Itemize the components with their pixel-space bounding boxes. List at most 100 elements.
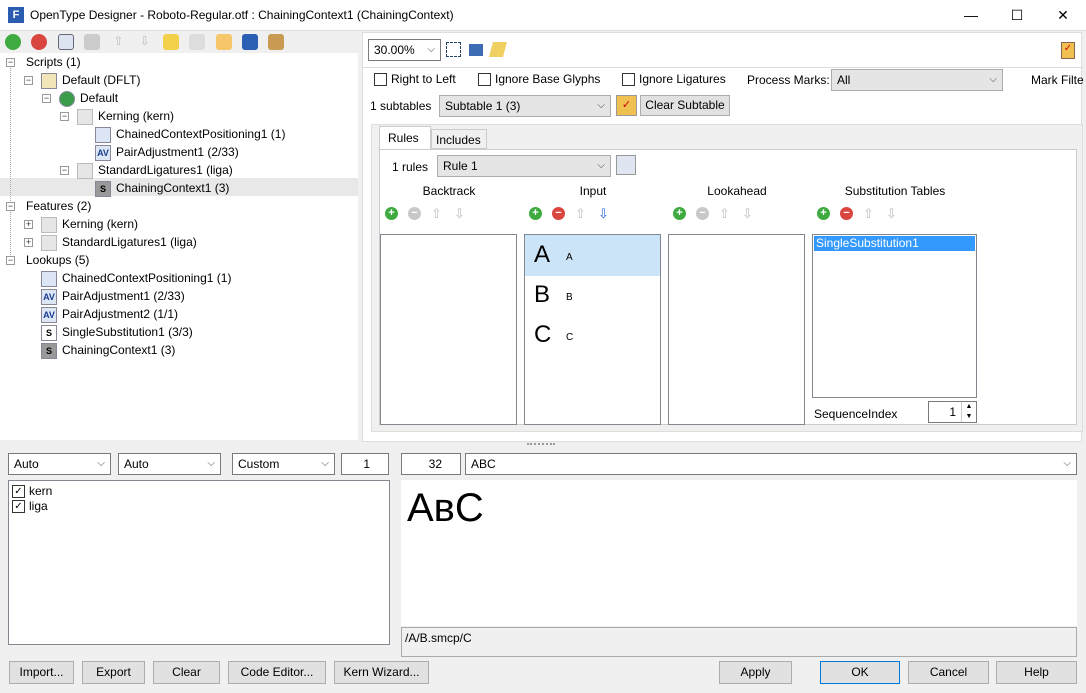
maximize-button[interactable]: ☐ [994,0,1040,31]
collapse-toggle[interactable]: − [60,166,69,175]
input-glyph[interactable]: A [534,241,550,269]
help-button[interactable]: Help [996,661,1077,684]
tree-pa1[interactable]: AV PairAdjustment1 (2/33) [95,143,239,161]
backtrack-add-icon[interactable]: + [385,207,398,220]
close-button[interactable]: ✕ [1040,0,1086,31]
count-spinner[interactable]: 1 [341,453,389,475]
font-size-spinner[interactable]: 32 [401,453,461,475]
ok-button[interactable]: OK [820,661,900,684]
script-combo[interactable]: Auto ⌵ [8,453,111,475]
tree-cc1-selected[interactable]: S ChainingContext1 (3) [95,179,229,197]
paste-subtable-icon[interactable]: ✓ [616,95,637,116]
up-icon[interactable]: ⇧ [110,34,126,50]
xyz-icon[interactable] [84,34,101,50]
glyph-string-field[interactable]: /A/B.smcp/C [401,627,1077,657]
kern-wand-icon[interactable] [189,34,206,50]
tree-feature-kern[interactable]: Kerning (kern) [41,215,138,233]
rule-list-icon[interactable] [616,155,636,175]
lookahead-add-icon[interactable]: + [673,207,686,220]
feature-liga-checkbox[interactable]: ✓ liga [12,498,48,514]
expand-toggle[interactable]: + [24,220,33,229]
table-icon[interactable] [469,44,483,56]
lookahead-remove-icon[interactable]: − [696,207,709,220]
backtrack-up-icon[interactable]: ⇧ [431,207,442,220]
broom-icon[interactable] [268,34,285,50]
tree-ccp1[interactable]: ChainedContextPositioning1 (1) [95,125,285,143]
right-to-left-checkbox[interactable]: Right to Left [374,71,456,87]
collapse-toggle[interactable]: − [24,76,33,85]
minimize-button[interactable]: — [948,0,994,31]
collapse-toggle[interactable]: − [60,112,69,121]
subst-list[interactable]: SingleSubstitution1 [812,234,977,398]
input-list[interactable]: A A B B C C [524,234,661,425]
cancel-button[interactable]: Cancel [908,661,989,684]
input-glyph[interactable]: B [534,281,550,309]
tree-features[interactable]: Features (2) [26,197,91,215]
kern-wizard-button[interactable]: Kern Wizard... [334,661,429,684]
remove-icon[interactable] [31,34,48,50]
backtrack-list[interactable] [380,234,517,425]
mode-combo[interactable]: Custom ⌵ [232,453,335,475]
input-add-icon[interactable]: + [529,207,542,220]
fit-icon[interactable] [446,42,461,57]
feature-kern-checkbox[interactable]: ✓ kern [12,483,52,499]
tree-lookup-1[interactable]: ChainedContextPositioning1 (1) [41,269,231,287]
subst-remove-icon[interactable]: − [840,207,853,220]
process-marks-combo[interactable]: All ⌵ [831,69,1003,91]
import-button[interactable]: Import... [9,661,74,684]
feature-list[interactable]: ✓ kern ✓ liga [8,480,390,645]
tree-kerning[interactable]: Kerning (kern) [77,107,174,125]
preview-text-combo[interactable]: ABC ⌵ [465,453,1077,475]
input-up-icon[interactable]: ⇧ [575,207,586,220]
tab-rules[interactable]: Rules [379,126,431,149]
lookahead-up-icon[interactable]: ⇧ [719,207,730,220]
tab-includes[interactable]: Includes [431,129,487,149]
add-icon[interactable] [5,34,21,50]
lookahead-down-icon[interactable]: ⇩ [742,207,753,220]
subst-item[interactable]: SingleSubstitution1 [814,236,975,251]
down-icon[interactable]: ⇩ [137,34,153,50]
tree-lookup-2[interactable]: AV PairAdjustment1 (2/33) [41,287,185,305]
sequence-index-spinner[interactable]: 1 ▲ ▼ [928,401,977,423]
expand-toggle[interactable]: + [24,238,33,247]
tree-default-lang[interactable]: Default [59,89,118,107]
tree-stdlig[interactable]: StandardLigatures1 (liga) [77,161,233,179]
lookahead-list[interactable] [668,234,805,425]
lookup-tree[interactable]: − Scripts (1) − Default (DFLT) − Default… [0,53,358,440]
tree-default-dflt[interactable]: Default (DFLT) [41,71,140,89]
apply-button[interactable]: Apply [719,661,792,684]
rule-combo[interactable]: Rule 1 ⌵ [437,155,611,177]
subtable-combo[interactable]: Subtable 1 (3) ⌵ [439,95,611,117]
tag-icon[interactable] [57,34,74,50]
language-combo[interactable]: Auto ⌵ [118,453,221,475]
tree-lookup-4[interactable]: S SingleSubstitution1 (3/3) [41,323,193,341]
tag-lightning-icon[interactable] [163,34,180,50]
clipboard-check-icon[interactable]: ✓ [1061,42,1075,59]
tree-lookup-5[interactable]: S ChainingContext1 (3) [41,341,175,359]
tree-icon[interactable] [215,34,232,50]
tree-lookups[interactable]: Lookups (5) [26,251,89,269]
ignore-ligatures-checkbox[interactable]: Ignore Ligatures [622,71,726,87]
edit-pen-icon[interactable] [488,42,508,57]
input-glyph[interactable]: C [534,321,551,349]
input-down-icon[interactable]: ⇩ [598,207,609,220]
splitter-handle[interactable] [527,443,555,445]
collapse-toggle[interactable]: − [6,256,15,265]
zoom-combo[interactable]: 30.00% ⌵ [368,39,441,61]
input-remove-icon[interactable]: − [552,207,565,220]
dialog-icon[interactable] [242,34,259,50]
clear-button[interactable]: Clear [153,661,220,684]
collapse-toggle[interactable]: − [6,58,15,67]
collapse-toggle[interactable]: − [6,202,15,211]
subst-add-icon[interactable]: + [817,207,830,220]
ignore-base-glyphs-checkbox[interactable]: Ignore Base Glyphs [478,71,600,87]
clear-subtable-button[interactable]: Clear Subtable [640,95,730,116]
subst-up-icon[interactable]: ⇧ [863,207,874,220]
collapse-toggle[interactable]: − [42,94,51,103]
backtrack-remove-icon[interactable]: − [408,207,421,220]
tree-lookup-3[interactable]: AV PairAdjustment2 (1/1) [41,305,178,323]
code-editor-button[interactable]: Code Editor... [228,661,326,684]
tree-feature-liga[interactable]: StandardLigatures1 (liga) [41,233,197,251]
backtrack-down-icon[interactable]: ⇩ [454,207,465,220]
tree-scripts[interactable]: Scripts (1) [26,53,81,71]
